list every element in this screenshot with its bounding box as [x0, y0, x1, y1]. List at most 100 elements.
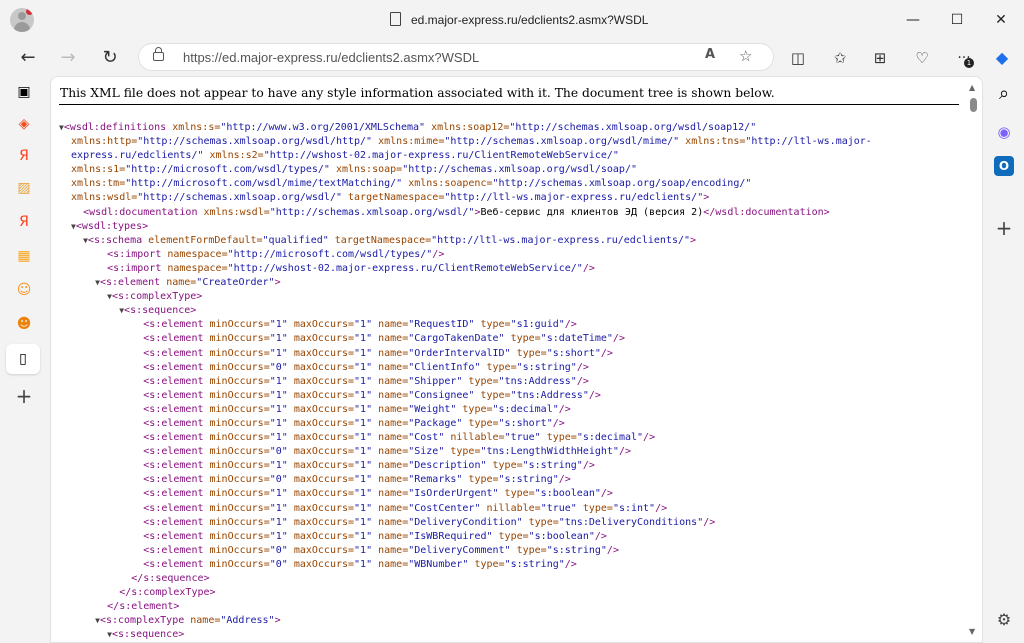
scrollbar-thumb[interactable]: [970, 98, 977, 112]
favorites-button[interactable]: ✩: [826, 44, 854, 72]
xml-token: "OrderIntervalID": [408, 347, 511, 359]
sidebar-item-tab-actions[interactable]: ▣: [12, 80, 36, 104]
address-url[interactable]: https://ed.major-express.ru/edclients2.a…: [183, 50, 479, 65]
xml-token: name=: [372, 460, 409, 472]
xml-token: "1": [269, 530, 288, 542]
add-icon: +: [995, 216, 1013, 240]
xml-token: "0": [269, 558, 288, 570]
sidebar-item-yandex-2[interactable]: Я: [12, 210, 36, 234]
xml-token: minOccurs=: [203, 446, 270, 458]
xml-token: "http://microsoft.com/wsdl/mime/textMatc…: [125, 178, 403, 190]
xml-token: "1": [269, 403, 288, 415]
xml-token: name=: [372, 347, 409, 359]
sidebar-item-images[interactable]: ▨: [12, 176, 36, 200]
xml-token: "s:int": [612, 502, 656, 514]
xml-token: type=: [480, 361, 517, 373]
xml-token: </s:element>: [59, 601, 180, 613]
split-screen-button[interactable]: ◫: [784, 44, 812, 72]
xml-token: <s:schema: [87, 234, 143, 246]
xml-token: />: [606, 544, 619, 556]
xml-line: <s:element minOccurs="0" maxOccurs="1" n…: [59, 361, 959, 375]
minimize-button[interactable]: —: [898, 8, 928, 32]
refresh-button[interactable]: ↻: [96, 44, 124, 72]
xml-token: type=: [540, 432, 577, 444]
xml-token: "tns:DeliveryConditions": [558, 516, 704, 528]
xml-token: xmlns:mime=: [372, 136, 445, 148]
sidebar-outlook-button[interactable]: O: [994, 156, 1014, 176]
xml-line: </s:sequence>: [59, 572, 959, 586]
xml-token: "CargoTakenDate": [408, 333, 505, 345]
maximize-button[interactable]: ☐: [942, 8, 972, 32]
scroll-down-icon[interactable]: ▼: [969, 627, 975, 636]
xml-token: name=: [372, 389, 409, 401]
xml-token: type=: [492, 530, 529, 542]
star-icon[interactable]: ☆: [739, 47, 752, 65]
xml-token: Веб-сервис для клиентов ЭД (версия 2): [480, 206, 704, 218]
xml-token: <s:element: [59, 530, 204, 542]
xml-token: name=: [184, 615, 221, 627]
sidebar-item-document[interactable]: ▯: [6, 344, 40, 374]
xml-line: xmlns:wsdl="http://schemas.xmlsoap.org/w…: [59, 191, 959, 205]
sidebar-item-app[interactable]: ▦: [12, 244, 36, 268]
xml-token: minOccurs=: [203, 544, 270, 556]
xml-token: maxOccurs=: [287, 347, 355, 359]
xml-token: <s:import: [59, 262, 162, 274]
xml-token: <s:element: [59, 417, 204, 429]
sidebar-item-yandex[interactable]: Я: [12, 144, 36, 168]
sidebar-search-button[interactable]: ⌕: [992, 82, 1016, 106]
tab-actions-icon: ▣: [17, 84, 31, 100]
collections-button[interactable]: ⊞: [866, 44, 894, 72]
xml-token: type=: [510, 544, 547, 556]
copilot-button[interactable]: ◆: [988, 44, 1016, 72]
xml-token: "Consignee": [408, 389, 475, 401]
xml-token: name=: [372, 319, 409, 331]
xml-token: nillable=: [480, 502, 541, 514]
xml-token: maxOccurs=: [287, 544, 355, 556]
sidebar-item-ok[interactable]: ☺: [12, 278, 36, 302]
xml-token: <s:sequence>: [112, 629, 185, 641]
read-aloud-icon[interactable]: A: [705, 47, 715, 62]
xml-token: xmlns:wsdl=: [59, 192, 138, 204]
vertical-scrollbar[interactable]: ▲ ▼: [965, 77, 982, 642]
forward-button[interactable]: →: [54, 44, 82, 72]
back-button[interactable]: ←: [14, 44, 42, 72]
address-bar[interactable]: https://ed.major-express.ru/edclients2.a…: [138, 43, 774, 71]
scroll-up-icon[interactable]: ▲: [969, 83, 975, 92]
xml-token: maxOccurs=: [287, 558, 355, 570]
xml-token: name=: [372, 474, 409, 486]
xml-token: xmlns:wsdl=: [197, 206, 270, 218]
more-button[interactable]: ··· 1: [950, 44, 978, 72]
xml-token: name=: [372, 403, 409, 415]
xml-token: "1": [354, 516, 373, 528]
xml-token: "0": [269, 474, 288, 486]
xml-token: "1": [354, 403, 373, 415]
sidebar-right-add-button[interactable]: +: [992, 216, 1016, 240]
sidebar-item-figma[interactable]: ◈: [12, 112, 36, 136]
xml-token: xmlns:http=: [59, 136, 138, 148]
xml-token: />: [643, 432, 656, 444]
xml-token: xmlns:s2=: [203, 150, 264, 162]
performance-button[interactable]: ♡: [908, 44, 936, 72]
search-icon: ⌕: [998, 83, 1010, 104]
xml-token: "s:string": [504, 558, 565, 570]
sidebar-add-button[interactable]: +: [12, 384, 36, 408]
sidebar-item-ok-2[interactable]: ☻: [12, 312, 36, 336]
profile-notification-dot: [26, 8, 33, 15]
xml-token: express.ru/edclients/": [59, 150, 204, 162]
sidebar-copilot-button[interactable]: ◉: [992, 120, 1016, 144]
profile-avatar[interactable]: [10, 8, 34, 32]
document-icon: ▯: [19, 351, 27, 367]
xml-token: minOccurs=: [203, 403, 270, 415]
xml-token: <s:import: [59, 248, 162, 260]
xml-token: "CreateOrder": [196, 277, 275, 289]
close-button[interactable]: ✕: [986, 8, 1016, 32]
settings-button[interactable]: ⚙: [992, 608, 1016, 632]
xml-token: name=: [372, 417, 409, 429]
xml-token: maxOccurs=: [287, 361, 355, 373]
xml-token: maxOccurs=: [287, 502, 355, 514]
xml-token: minOccurs=: [203, 375, 270, 387]
xml-token: "1": [269, 460, 288, 472]
xml-token: xmlns:tns=: [679, 136, 746, 148]
xml-token: "1": [354, 502, 373, 514]
xml-token: </s:sequence>: [59, 573, 210, 584]
